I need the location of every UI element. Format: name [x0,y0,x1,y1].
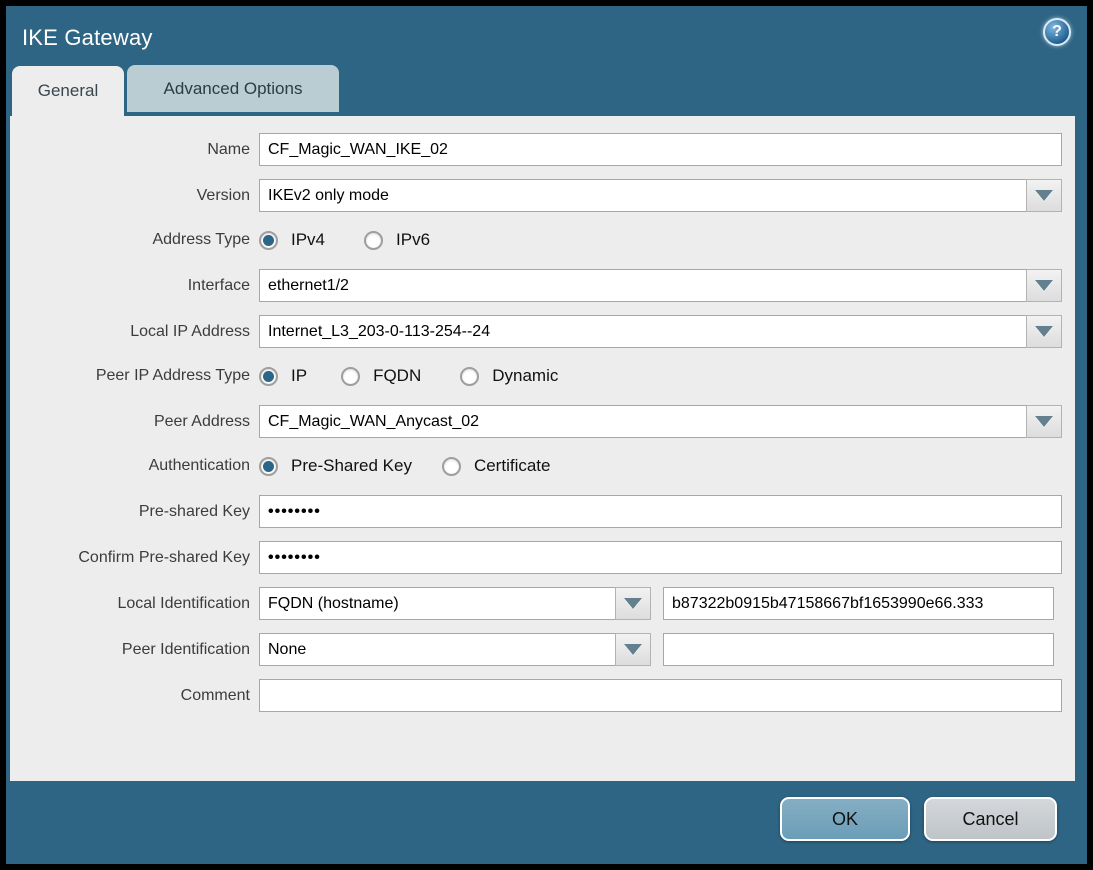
confirm-pre-shared-key-row: Confirm Pre-shared Key [10,541,1062,574]
radio-peer-ip-label: IP [291,366,307,386]
peer-ip-address-type-label: Peer IP Address Type [10,367,259,385]
address-type-row: Address Type IPv4 IPv6 [10,230,1062,250]
dialog-title: IKE Gateway [22,19,153,51]
local-identification-dropdown-button[interactable] [615,587,651,620]
version-dropdown-button[interactable] [1026,179,1062,212]
comment-input[interactable] [259,679,1062,712]
radio-certificate-label: Certificate [474,456,551,476]
radio-peer-ip-control[interactable] [259,367,278,386]
chevron-down-icon [1035,326,1053,337]
peer-ip-address-type-row: Peer IP Address Type IP FQDN Dynamic [10,366,1062,386]
ike-gateway-dialog: IKE Gateway ? General Advanced Options N… [0,0,1093,870]
tab-advanced-options[interactable]: Advanced Options [127,65,339,113]
radio-peer-fqdn-label: FQDN [373,366,421,386]
local-ip-address-label: Local IP Address [10,323,259,341]
pre-shared-key-label: Pre-shared Key [10,503,259,521]
confirm-pre-shared-key-label: Confirm Pre-shared Key [10,549,259,567]
name-input[interactable] [259,133,1062,166]
comment-row: Comment [10,679,1062,712]
peer-address-row: Peer Address [10,405,1062,438]
local-ip-address-input[interactable] [259,315,1026,348]
peer-identification-value-input[interactable] [663,633,1054,666]
radio-peer-dynamic-control[interactable] [460,367,479,386]
ok-button[interactable]: OK [780,797,910,841]
radio-ipv6-label: IPv6 [396,230,430,250]
radio-peer-ip[interactable]: IP [259,366,307,386]
peer-address-label: Peer Address [10,413,259,431]
radio-pre-shared-key[interactable]: Pre-Shared Key [259,456,412,476]
authentication-label: Authentication [10,457,259,475]
peer-identification-type-input[interactable] [259,633,615,666]
chevron-down-icon [624,598,642,609]
comment-label: Comment [10,687,259,705]
peer-address-input[interactable] [259,405,1026,438]
authentication-row: Authentication Pre-Shared Key Certificat… [10,456,1062,476]
pre-shared-key-input[interactable] [259,495,1062,528]
interface-dropdown-button[interactable] [1026,269,1062,302]
radio-ipv4-control[interactable] [259,231,278,250]
local-ip-dropdown-button[interactable] [1026,315,1062,348]
general-tab-panel: Name Version Addr [10,116,1075,781]
chevron-down-icon [1035,280,1053,291]
version-input[interactable] [259,179,1026,212]
radio-pre-shared-key-label: Pre-Shared Key [291,456,412,476]
peer-identification-dropdown-button[interactable] [615,633,651,666]
local-ip-address-row: Local IP Address [10,315,1062,348]
radio-ipv6[interactable]: IPv6 [364,230,430,250]
titlebar: IKE Gateway ? [6,6,1087,64]
help-icon[interactable]: ? [1043,18,1071,46]
interface-input[interactable] [259,269,1026,302]
confirm-pre-shared-key-input[interactable] [259,541,1062,574]
dialog-footer: OK Cancel [6,781,1087,864]
peer-address-dropdown-button[interactable] [1026,405,1062,438]
radio-certificate-control[interactable] [442,457,461,476]
local-identification-label: Local Identification [10,595,259,613]
chevron-down-icon [1035,190,1053,201]
address-type-label: Address Type [10,231,259,249]
dialog-frame: IKE Gateway ? General Advanced Options N… [6,6,1087,864]
peer-identification-label: Peer Identification [10,641,259,659]
chevron-down-icon [1035,416,1053,427]
radio-peer-fqdn[interactable]: FQDN [341,366,421,386]
pre-shared-key-row: Pre-shared Key [10,495,1062,528]
peer-identification-row: Peer Identification [10,633,1062,666]
cancel-button[interactable]: Cancel [924,797,1057,841]
radio-peer-dynamic-label: Dynamic [492,366,558,386]
tab-bar: General Advanced Options [6,64,1087,116]
local-identification-value-input[interactable] [663,587,1054,620]
radio-certificate[interactable]: Certificate [442,456,551,476]
radio-peer-fqdn-control[interactable] [341,367,360,386]
radio-ipv6-control[interactable] [364,231,383,250]
local-identification-type-input[interactable] [259,587,615,620]
version-row: Version [10,179,1062,212]
version-label: Version [10,187,259,205]
radio-ipv4[interactable]: IPv4 [259,230,325,250]
interface-label: Interface [10,277,259,295]
local-identification-row: Local Identification [10,587,1062,620]
chevron-down-icon [624,644,642,655]
name-row: Name [10,133,1062,166]
name-label: Name [10,141,259,159]
radio-peer-dynamic[interactable]: Dynamic [460,366,558,386]
tab-general[interactable]: General [12,66,124,116]
interface-row: Interface [10,269,1062,302]
radio-pre-shared-key-control[interactable] [259,457,278,476]
radio-ipv4-label: IPv4 [291,230,325,250]
